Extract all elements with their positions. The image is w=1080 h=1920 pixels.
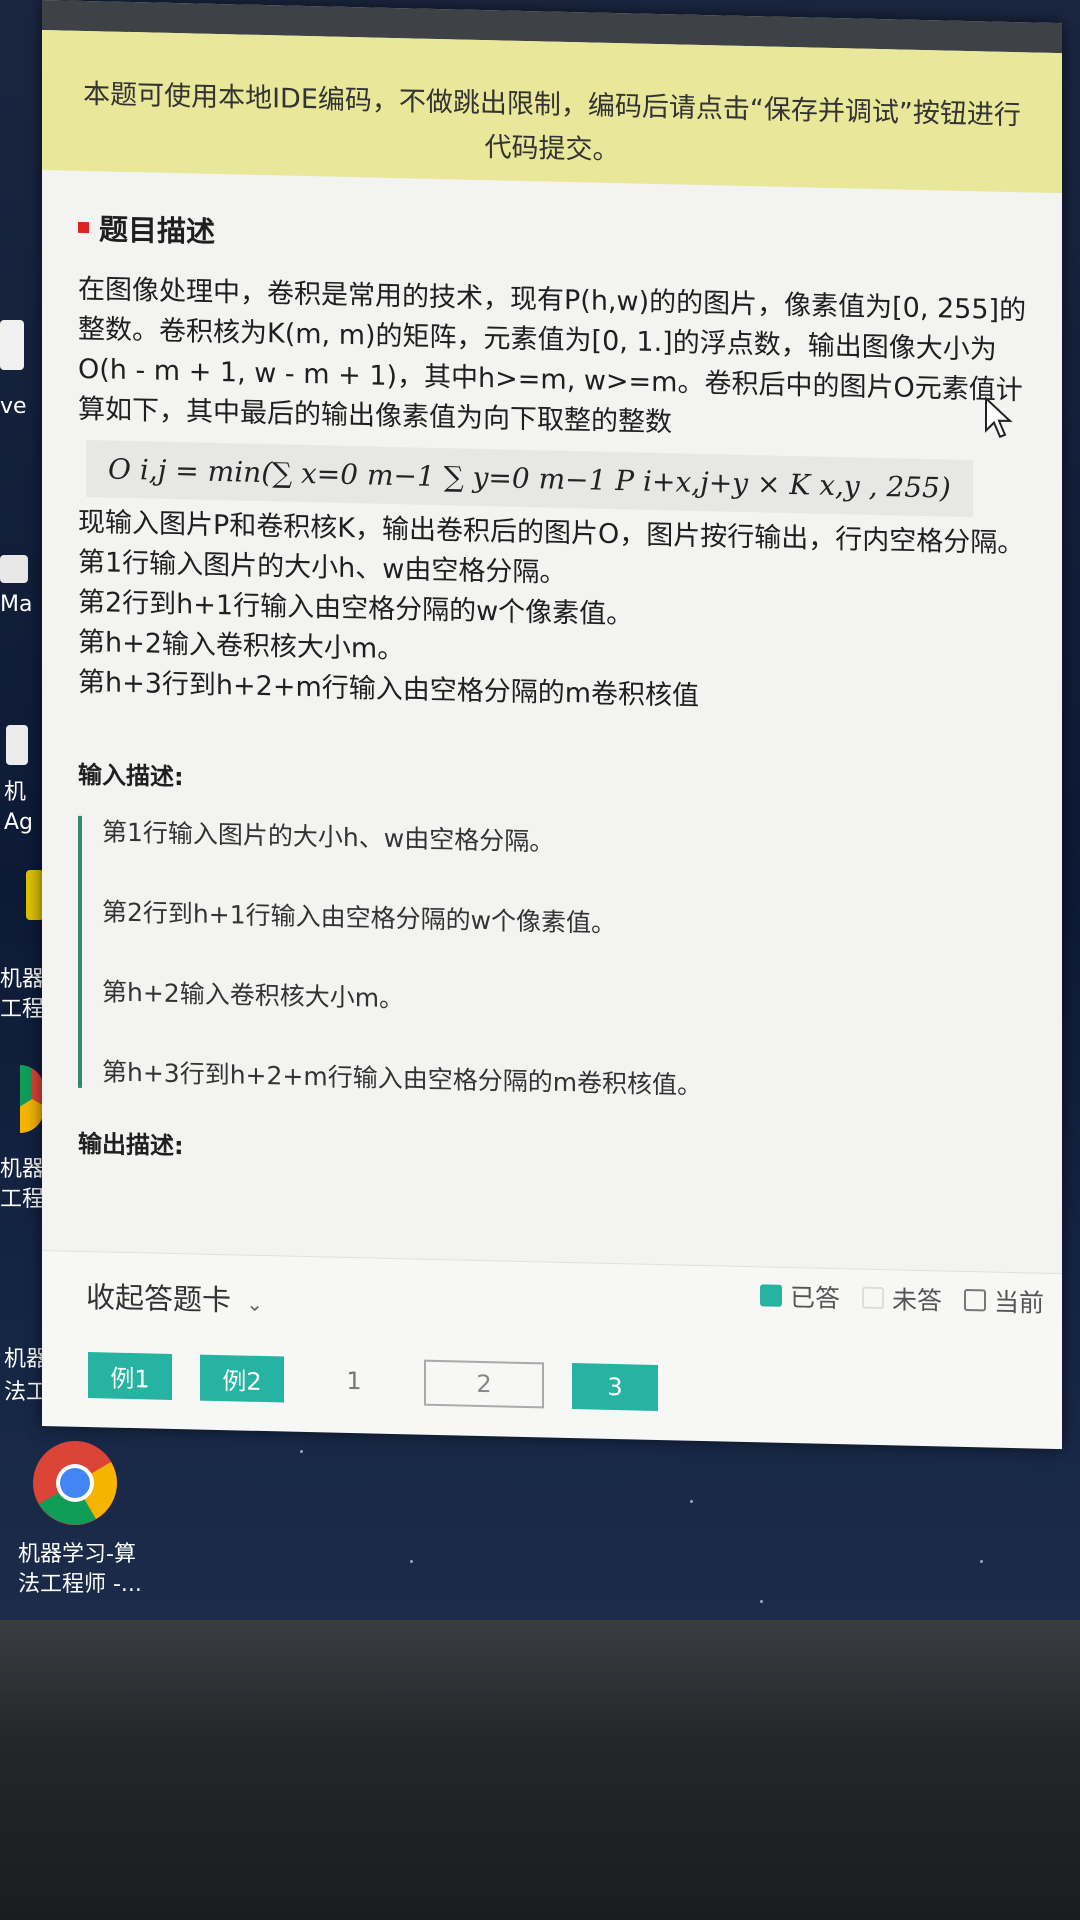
legend-answered: 已答 — [759, 1277, 840, 1315]
desktop-label-7: 机器 — [0, 1157, 45, 1182]
chrome-shortcut-label-2: 法工程师 -... — [18, 1572, 142, 1597]
current-swatch-icon — [963, 1288, 986, 1312]
section-title: 题目描述 — [99, 212, 216, 249]
input-line: 第h+2输入卷积核大小m。 — [102, 977, 405, 1014]
monitor-bezel — [0, 1620, 1080, 1920]
browser-window: 本题可使用本地IDE编码，不做跳出限制，编码后请点击“保存并调试”按钮进行代码提… — [42, 0, 1062, 1450]
question-3-button[interactable]: 3 — [572, 1363, 658, 1411]
desktop-label-8: 工程 — [0, 1187, 45, 1212]
status-legend: 已答 未答 当前 — [759, 1277, 1044, 1320]
collapse-answer-card-button[interactable]: 收起答题卡 ⌄ — [86, 1274, 263, 1320]
desktop-label-5: 机器 — [0, 967, 45, 992]
input-line: 第1行输入图片的大小h、w由空格分隔。 — [102, 817, 555, 857]
answered-swatch-icon — [759, 1284, 782, 1307]
input-line: 第2行到h+1行输入由空格分隔的w个像素值。 — [102, 897, 617, 939]
output-description-title: 输出描述: — [78, 1129, 184, 1161]
desktop-label-6: 工程 — [0, 997, 45, 1022]
chrome-shortcut[interactable]: 机器学习-算 法工程师 -... — [18, 1438, 148, 1600]
desktop-icon-1[interactable] — [0, 320, 24, 370]
input-line: 第h+3行到h+2+m行输入由空格分隔的m卷积核值。 — [102, 1057, 703, 1100]
problem-content: 题目描述 在图像处理中，卷积是常用的技术，现有P(h,w)的的图片，像素值为[0… — [78, 206, 1038, 1181]
desktop-label-2: Ma — [0, 592, 33, 617]
chevron-down-icon: ⌄ — [246, 1291, 263, 1317]
legend-unanswered-label: 未答 — [891, 1285, 942, 1316]
input-description-block: 第1行输入图片的大小h、w由空格分隔。 第2行到h+1行输入由空格分隔的w个像素… — [78, 815, 1038, 1110]
section-heading: 题目描述 — [78, 206, 1038, 270]
problem-description: 在图像处理中，卷积是常用的技术，现有P(h,w)的的图片，像素值为[0, 255… — [78, 273, 1027, 439]
question-navigator: 例1 例2 1 2 3 — [88, 1352, 658, 1411]
input-description-title: 输入描述: — [78, 760, 184, 792]
desktop-label-3: 机 — [4, 780, 27, 805]
mouse-cursor-icon — [985, 396, 1013, 439]
chrome-shortcut-label-1: 机器学习-算 — [18, 1542, 136, 1567]
legend-current: 当前 — [963, 1282, 1044, 1320]
desktop-label-4: Ag — [4, 810, 34, 835]
answer-card: 收起答题卡 ⌄ 已答 未答 当前 例1 例2 1 2 3 — [42, 1250, 1062, 1450]
legend-unanswered: 未答 — [861, 1280, 942, 1318]
chrome-icon — [33, 1441, 117, 1525]
question-2-button[interactable]: 2 — [424, 1359, 544, 1409]
formula-text: O i,j = min(∑ x=0 m−1 ∑ y=0 m−1 P i+x,j+… — [108, 452, 951, 505]
legend-answered-label: 已答 — [789, 1282, 840, 1314]
desktop-icon-2[interactable] — [0, 555, 28, 583]
heading-marker-icon — [78, 221, 89, 233]
notice-text: 本题可使用本地IDE编码，不做跳出限制，编码后请点击“保存并调试”按钮进行代码提… — [83, 78, 1021, 167]
unanswered-swatch-icon — [861, 1286, 884, 1310]
desktop-chrome-icon-partial[interactable] — [20, 1065, 44, 1133]
desktop-icon-3[interactable] — [6, 725, 28, 765]
desktop-label-1: ve — [0, 394, 27, 419]
notice-banner: 本题可使用本地IDE编码，不做跳出限制，编码后请点击“保存并调试”按钮进行代码提… — [42, 30, 1062, 194]
question-1-button[interactable]: 1 — [312, 1357, 396, 1405]
example-1-button[interactable]: 例1 — [88, 1352, 172, 1400]
legend-current-label: 当前 — [993, 1287, 1044, 1318]
example-2-button[interactable]: 例2 — [200, 1354, 284, 1403]
problem-details: 现输入图片P和卷积核K，输出卷积后的图片O，图片按行输出，行内空格分隔。 第1行… — [78, 503, 1038, 725]
collapse-label: 收起答题卡 — [86, 1279, 232, 1318]
